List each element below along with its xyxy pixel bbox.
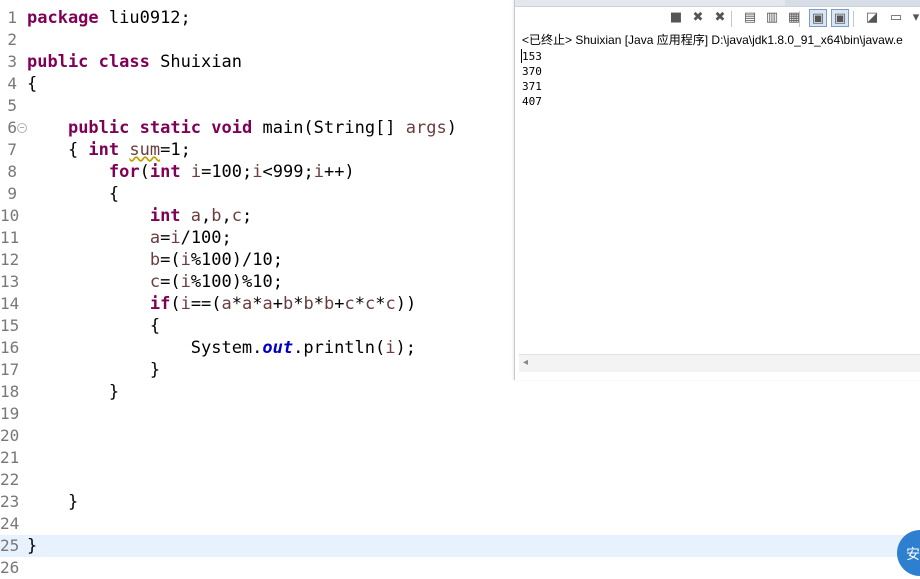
console-output-line: 407 xyxy=(522,95,542,108)
scroll-lock-icon[interactable]: ▥ xyxy=(763,9,781,27)
code-line[interactable]: 25} xyxy=(0,535,920,557)
terminate-icon[interactable]: ■ xyxy=(667,9,685,27)
line-number: 19 xyxy=(0,404,20,423)
code-text: for(int i=100;i<999;i++) xyxy=(108,162,355,182)
console-output-line: 153 xyxy=(522,50,542,63)
line-number: 9 xyxy=(7,184,17,203)
line-number: 12 xyxy=(0,250,20,269)
line-number: 8 xyxy=(7,162,17,181)
line-number: 1 xyxy=(7,8,17,27)
line-number: 23 xyxy=(0,492,20,511)
line-number: 6 xyxy=(7,118,17,137)
pin-console-icon[interactable]: ◪ xyxy=(863,9,881,27)
line-number: 4 xyxy=(7,74,17,93)
line-number: 11 xyxy=(0,228,20,247)
show-on-stdout-icon[interactable]: ▣ xyxy=(809,9,827,27)
horizontal-scrollbar[interactable]: ◂ xyxy=(519,354,920,372)
code-text: } xyxy=(27,536,38,556)
code-text: { xyxy=(27,74,38,94)
line-number: 7 xyxy=(7,140,17,159)
code-line[interactable]: 22 xyxy=(0,469,920,491)
line-number: 13 xyxy=(0,272,20,291)
code-line[interactable]: 18 } xyxy=(0,381,920,403)
line-number: 25 xyxy=(0,536,20,555)
console-view[interactable]: ■ ✖ ✖ ▤ ▥ ▦ ▣ ▣ ◪ ▭ ▾ <已终止> Shuixian [Java 应用程序] D… xyxy=(514,0,920,380)
code-line[interactable]: 19 xyxy=(0,403,920,425)
code-text: public class Shuixian xyxy=(27,52,242,72)
fold-toggle-icon[interactable]: − xyxy=(17,123,27,133)
line-number: 10 xyxy=(0,206,20,225)
console-toolbar: ■ ✖ ✖ ▤ ▥ ▦ ▣ ▣ ◪ ▭ ▾ xyxy=(515,6,920,32)
code-line[interactable]: 26 xyxy=(0,557,920,579)
remove-all-terminated-icon[interactable]: ✖ xyxy=(711,9,729,27)
code-text: public static void main(String[] args) xyxy=(67,118,457,138)
code-text: if(i==(a*a*a+b*b*b+c*c*c)) xyxy=(149,294,417,314)
line-number: 24 xyxy=(0,514,20,533)
code-text: a=i/100; xyxy=(149,228,232,248)
code-line[interactable]: 21 xyxy=(0,447,920,469)
line-number: 5 xyxy=(7,96,17,115)
line-number: 14 xyxy=(0,294,20,313)
code-text: c=(i%100)%10; xyxy=(149,272,283,292)
line-number: 21 xyxy=(0,448,20,467)
line-number: 3 xyxy=(7,52,17,71)
line-number: 17 xyxy=(0,360,20,379)
console-output[interactable]: 153 370 371 407 xyxy=(522,49,542,109)
line-number: 16 xyxy=(0,338,20,357)
show-on-stderr-icon[interactable]: ▣ xyxy=(831,9,849,27)
word-wrap-icon[interactable]: ▦ xyxy=(785,9,803,27)
code-text: package liu0912; xyxy=(27,8,191,28)
console-process-description: <已终止> Shuixian [Java 应用程序] D:\java\jdk1.… xyxy=(522,33,903,47)
view-menu-icon[interactable]: ▾ xyxy=(907,9,920,27)
line-number: 15 xyxy=(0,316,20,335)
code-text: System.out.println(i); xyxy=(27,338,416,358)
line-number: 18 xyxy=(0,382,20,401)
badge-glyph: 安 xyxy=(906,547,920,563)
code-line[interactable]: 24 xyxy=(0,513,920,535)
code-text: } xyxy=(27,360,161,380)
console-output-line: 371 xyxy=(522,80,542,93)
console-output-line: 370 xyxy=(522,65,542,78)
code-line[interactable]: 23 } xyxy=(0,491,920,513)
remove-launch-icon[interactable]: ✖ xyxy=(689,9,707,27)
code-text: } xyxy=(27,382,120,402)
code-text: } xyxy=(27,492,79,512)
line-number: 20 xyxy=(0,426,20,445)
code-text: { xyxy=(27,184,120,204)
clear-console-icon[interactable]: ▤ xyxy=(741,9,759,27)
code-text: b=(i%100)/10; xyxy=(149,250,283,270)
line-number: 26 xyxy=(0,558,20,577)
code-text: { xyxy=(27,316,161,336)
code-text: int a,b,c; xyxy=(149,206,253,226)
line-number: 2 xyxy=(7,30,17,49)
line-number: 22 xyxy=(0,470,20,489)
display-selected-console-icon[interactable]: ▭ xyxy=(887,9,905,27)
code-text: { int sum=1; xyxy=(27,140,191,160)
code-line[interactable]: 20 xyxy=(0,425,920,447)
scroll-left-icon[interactable]: ◂ xyxy=(523,357,528,368)
